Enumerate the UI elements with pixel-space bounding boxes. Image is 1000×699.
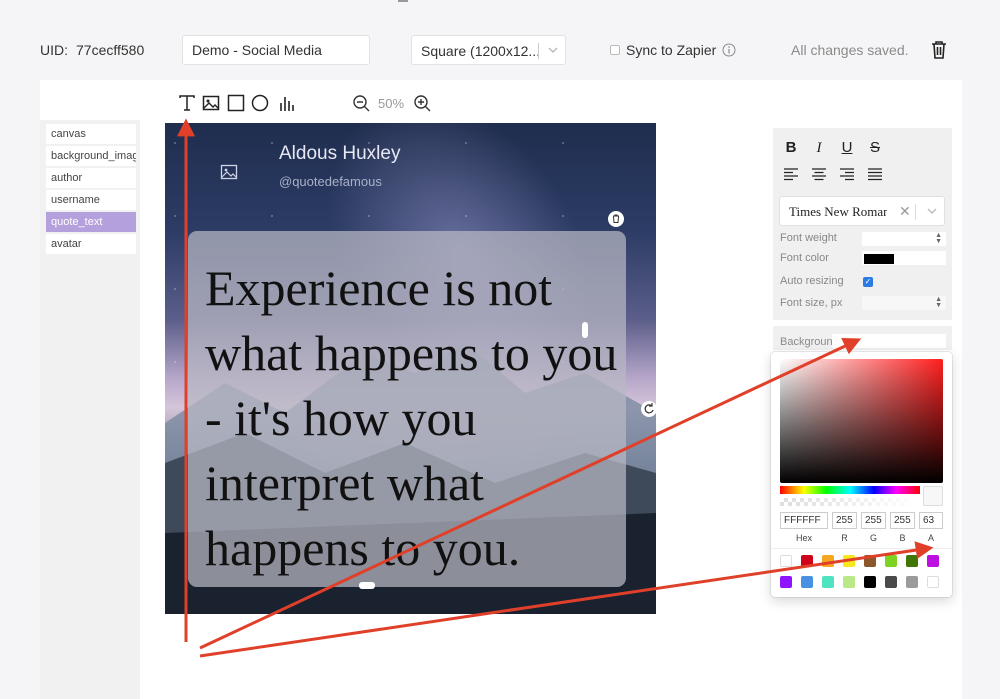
arrow-to-background-field (199, 337, 862, 650)
arrow-to-alpha-field (199, 541, 934, 658)
annotation-arrows (177, 118, 934, 658)
